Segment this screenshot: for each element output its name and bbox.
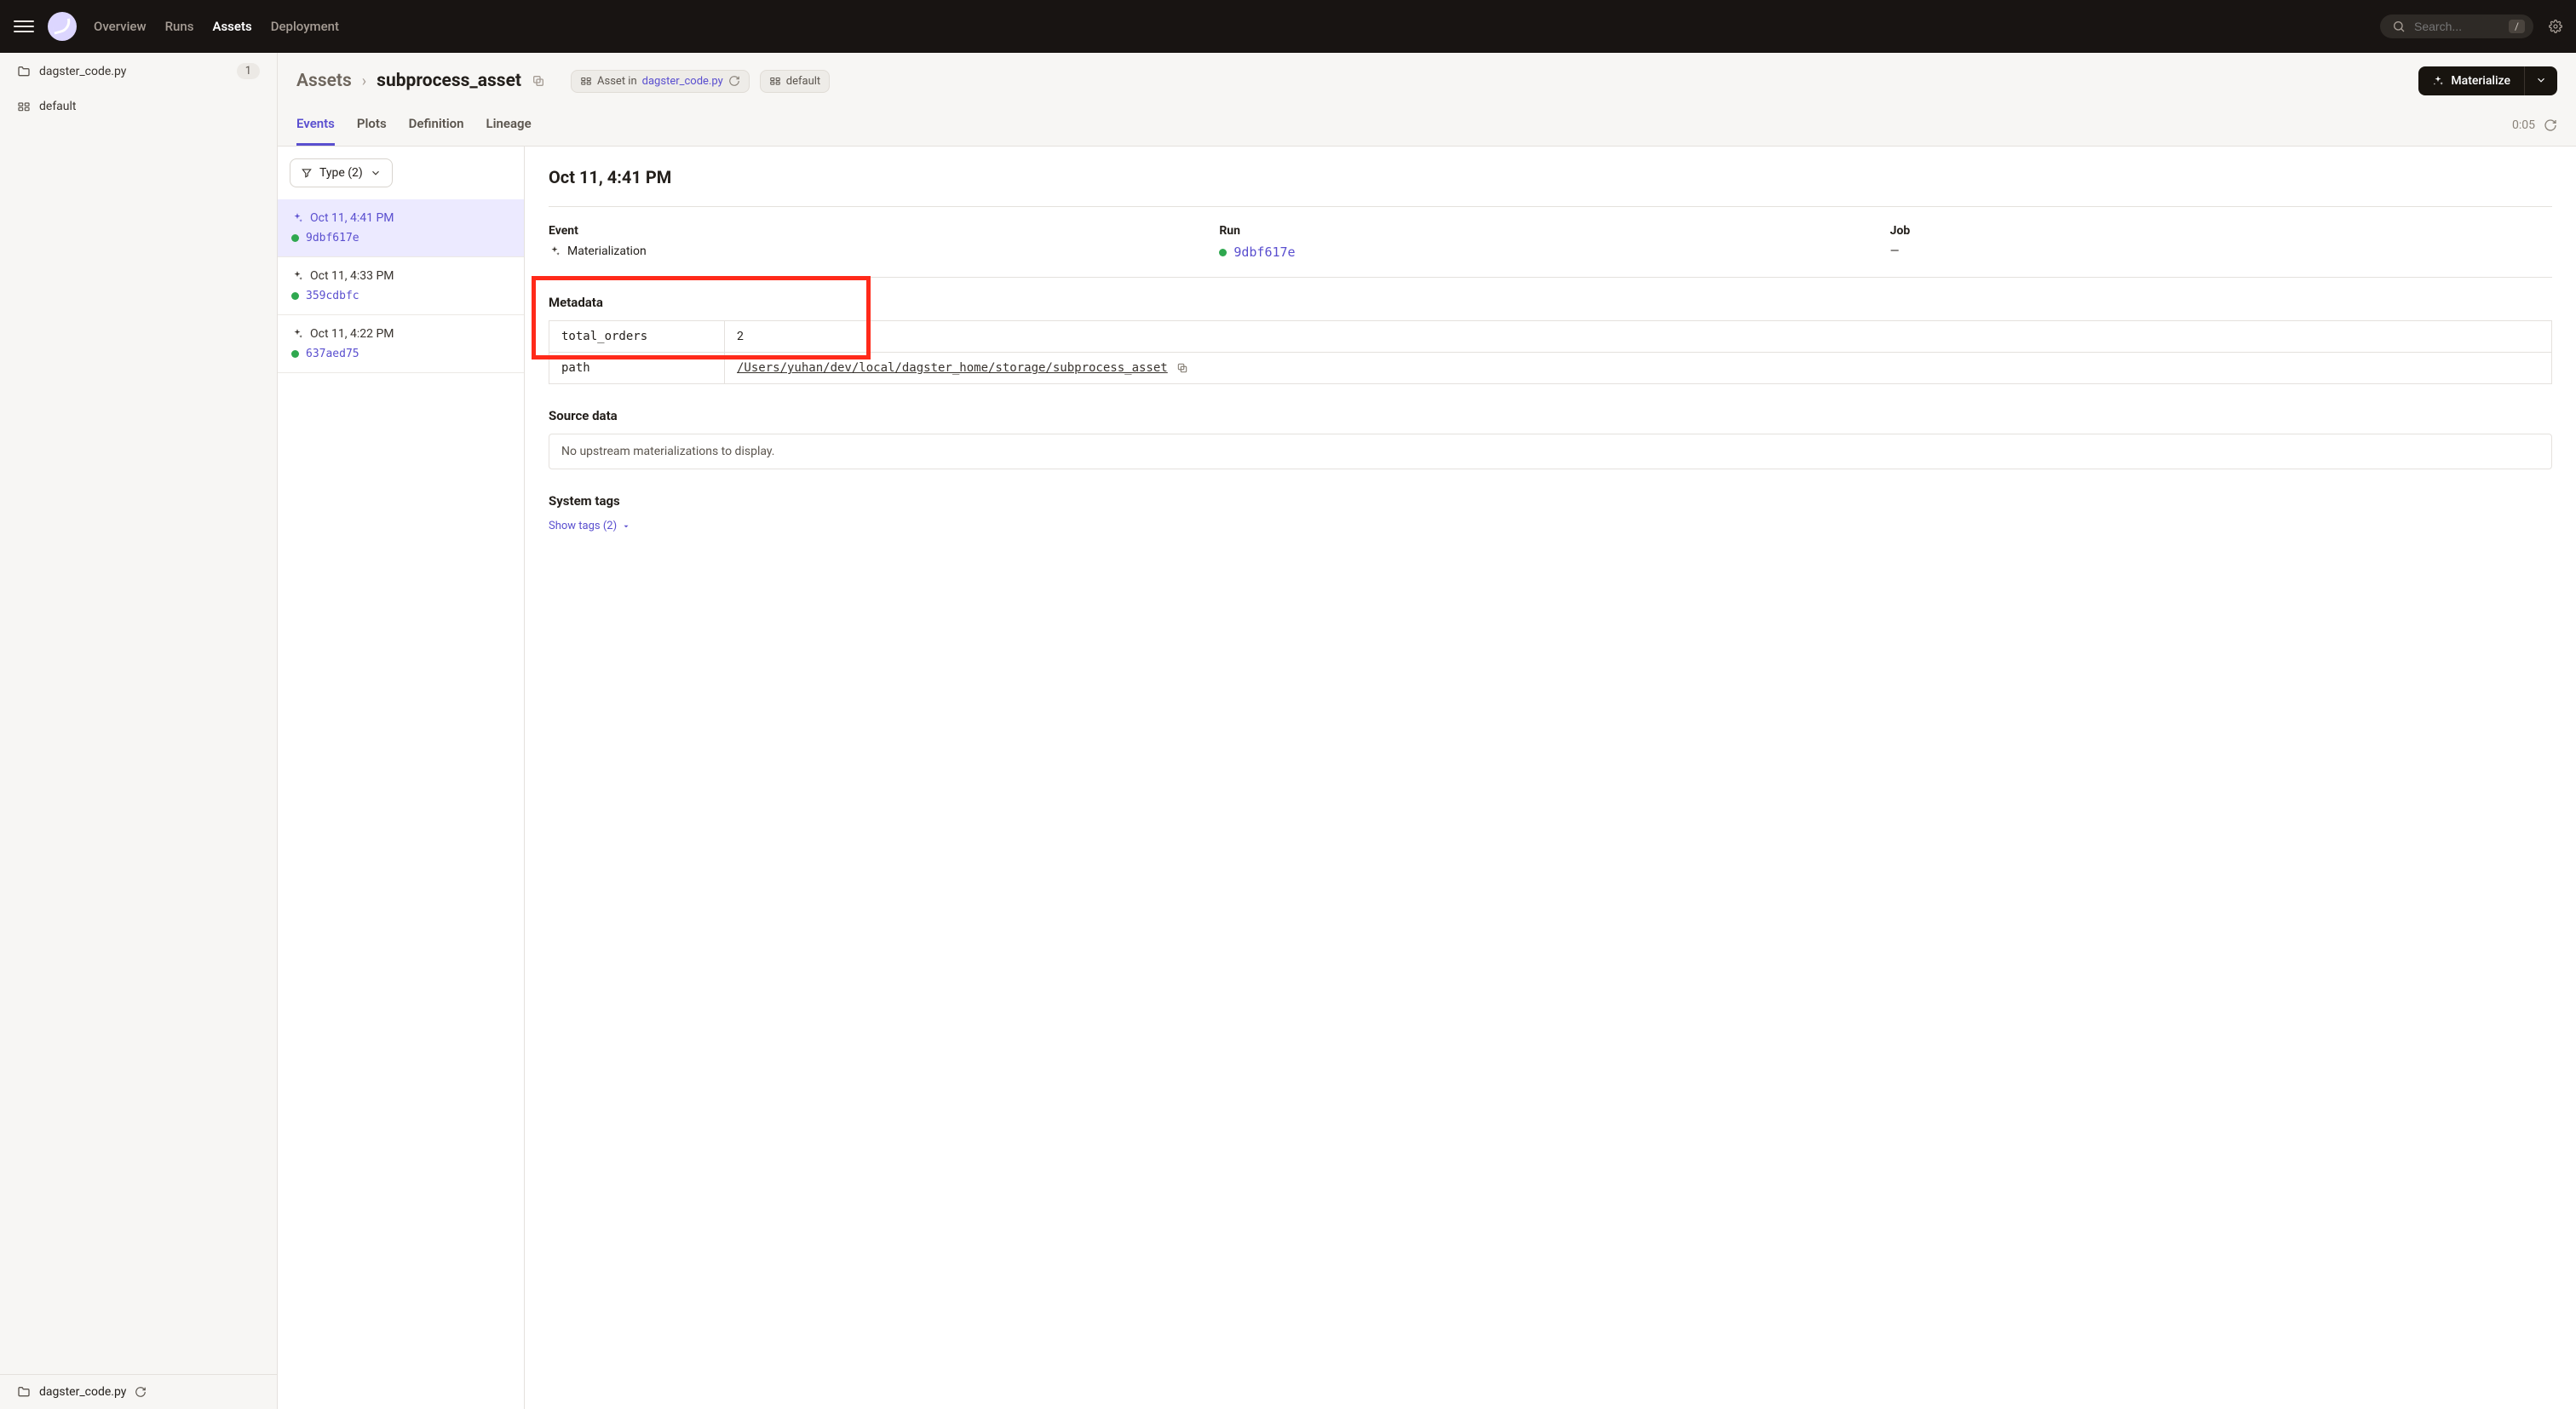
chevron-down-icon: [2535, 74, 2547, 86]
event-time-label: Oct 11, 4:22 PM: [310, 327, 394, 341]
materialize-button[interactable]: Materialize: [2418, 66, 2524, 95]
metadata-value: 2: [725, 321, 2552, 353]
event-run-id[interactable]: 359cdbfc: [306, 290, 359, 302]
sidebar-footer-label: dagster_code.py: [39, 1385, 126, 1399]
filter-icon: [301, 167, 313, 179]
default-group-tag[interactable]: default: [760, 70, 830, 93]
metadata-key: total_orders: [549, 321, 725, 353]
default-tag-label: default: [786, 75, 820, 88]
event-label: Event: [549, 224, 1210, 238]
job-value: —: [1890, 244, 2552, 258]
status-dot-icon: [291, 234, 299, 242]
events-list: Type (2) Oct 11, 4:41 PM 9dbf617e: [278, 147, 525, 1409]
refresh-timer: 0:05: [2512, 118, 2535, 132]
group-icon: [580, 75, 592, 87]
search-kbd: /: [2509, 20, 2525, 33]
breadcrumb-current: subprocess_asset: [377, 71, 521, 91]
event-run-id[interactable]: 9dbf617e: [306, 232, 359, 244]
breadcrumb: Assets › subprocess_asset Asset in dagst…: [278, 53, 2576, 104]
sparkle-icon: [291, 328, 303, 340]
event-detail: Oct 11, 4:41 PM Event Materialization Ru…: [525, 147, 2576, 1409]
folder-icon: [17, 1385, 31, 1399]
metadata-path-link[interactable]: /Users/yuhan/dev/local/dagster_home/stor…: [737, 361, 1168, 375]
sparkle-icon: [291, 212, 303, 224]
search-icon: [2392, 20, 2406, 33]
type-filter-label: Type (2): [319, 166, 363, 180]
sidebar-default-label: default: [39, 100, 77, 113]
event-time-label: Oct 11, 4:33 PM: [310, 269, 394, 283]
sparkle-icon: [2432, 75, 2444, 87]
nav-assets[interactable]: Assets: [212, 19, 251, 34]
event-item[interactable]: Oct 11, 4:41 PM 9dbf617e: [278, 199, 524, 257]
app-header: Overview Runs Assets Deployment /: [0, 0, 2576, 53]
tab-events[interactable]: Events: [296, 104, 335, 146]
logo[interactable]: [48, 12, 77, 41]
metadata-table: total_orders 2 path /Users/yuhan/dev/loc…: [549, 320, 2552, 384]
folder-icon: [17, 65, 31, 78]
sidebar: dagster_code.py 1 default dagster_code.p…: [0, 53, 278, 1409]
sidebar-file-count: 1: [237, 63, 260, 79]
sidebar-item-default[interactable]: default: [0, 89, 277, 124]
sidebar-item-file[interactable]: dagster_code.py 1: [0, 53, 277, 89]
copy-icon[interactable]: [1176, 362, 1188, 374]
sparkle-icon: [291, 270, 303, 282]
menu-icon[interactable]: [14, 16, 34, 37]
job-label: Job: [1890, 224, 2552, 238]
chevron-right-icon: ›: [362, 72, 366, 90]
sidebar-file-label: dagster_code.py: [39, 65, 126, 78]
event-value: Materialization: [567, 244, 647, 258]
breadcrumb-root[interactable]: Assets: [296, 71, 352, 91]
search-box[interactable]: /: [2380, 14, 2533, 38]
chevron-down-icon: [370, 167, 382, 179]
tab-plots[interactable]: Plots: [357, 104, 387, 146]
nav-overview[interactable]: Overview: [94, 19, 147, 34]
table-row: total_orders 2: [549, 321, 2552, 353]
metadata-label: Metadata: [549, 295, 2552, 310]
materialize-dropdown-button[interactable]: [2524, 66, 2557, 95]
sidebar-footer[interactable]: dagster_code.py: [0, 1374, 277, 1409]
main: Assets › subprocess_asset Asset in dagst…: [278, 53, 2576, 1409]
refresh-icon[interactable]: [728, 75, 740, 87]
refresh-icon[interactable]: [2544, 118, 2557, 132]
settings-button[interactable]: [2549, 20, 2562, 33]
table-row: path /Users/yuhan/dev/local/dagster_home…: [549, 353, 2552, 384]
sparkle-icon: [549, 245, 561, 257]
event-item[interactable]: Oct 11, 4:33 PM 359cdbfc: [278, 257, 524, 315]
event-run-id[interactable]: 637aed75: [306, 348, 359, 360]
status-dot-icon: [1219, 249, 1227, 256]
group-icon: [17, 100, 31, 113]
metadata-key: path: [549, 353, 725, 384]
materialize-label: Materialize: [2451, 74, 2510, 88]
show-tags-link[interactable]: Show tags (2): [549, 520, 630, 532]
asset-in-label: Asset in: [597, 75, 637, 88]
nav-runs[interactable]: Runs: [165, 19, 194, 34]
search-input[interactable]: [2414, 20, 2500, 33]
asset-in-link[interactable]: dagster_code.py: [642, 75, 723, 88]
metadata-section: Metadata total_orders 2 path /Users/yuha…: [549, 295, 2552, 384]
detail-title: Oct 11, 4:41 PM: [549, 167, 2552, 187]
system-tags-label: System tags: [549, 493, 2552, 509]
run-link[interactable]: 9dbf617e: [1233, 244, 1295, 260]
gear-icon: [2549, 20, 2562, 33]
run-label: Run: [1219, 224, 1881, 238]
tab-lineage[interactable]: Lineage: [486, 104, 532, 146]
caret-down-icon: [622, 522, 630, 531]
top-nav: Overview Runs Assets Deployment: [94, 19, 339, 34]
tabs: Events Plots Definition Lineage 0:05: [278, 104, 2576, 146]
event-time-label: Oct 11, 4:41 PM: [310, 211, 394, 225]
metadata-value-cell: /Users/yuhan/dev/local/dagster_home/stor…: [725, 353, 2552, 384]
nav-deployment[interactable]: Deployment: [271, 19, 339, 34]
status-dot-icon: [291, 350, 299, 358]
status-dot-icon: [291, 292, 299, 300]
group-icon: [769, 75, 781, 87]
tab-definition[interactable]: Definition: [409, 104, 464, 146]
source-data-label: Source data: [549, 408, 2552, 423]
copy-icon[interactable]: [532, 74, 545, 88]
refresh-icon[interactable]: [135, 1386, 147, 1398]
asset-in-tag[interactable]: Asset in dagster_code.py: [571, 70, 750, 93]
type-filter-button[interactable]: Type (2): [290, 158, 393, 187]
show-tags-text: Show tags (2): [549, 520, 617, 532]
event-item[interactable]: Oct 11, 4:22 PM 637aed75: [278, 315, 524, 373]
source-data-box: No upstream materializations to display.: [549, 434, 2552, 469]
